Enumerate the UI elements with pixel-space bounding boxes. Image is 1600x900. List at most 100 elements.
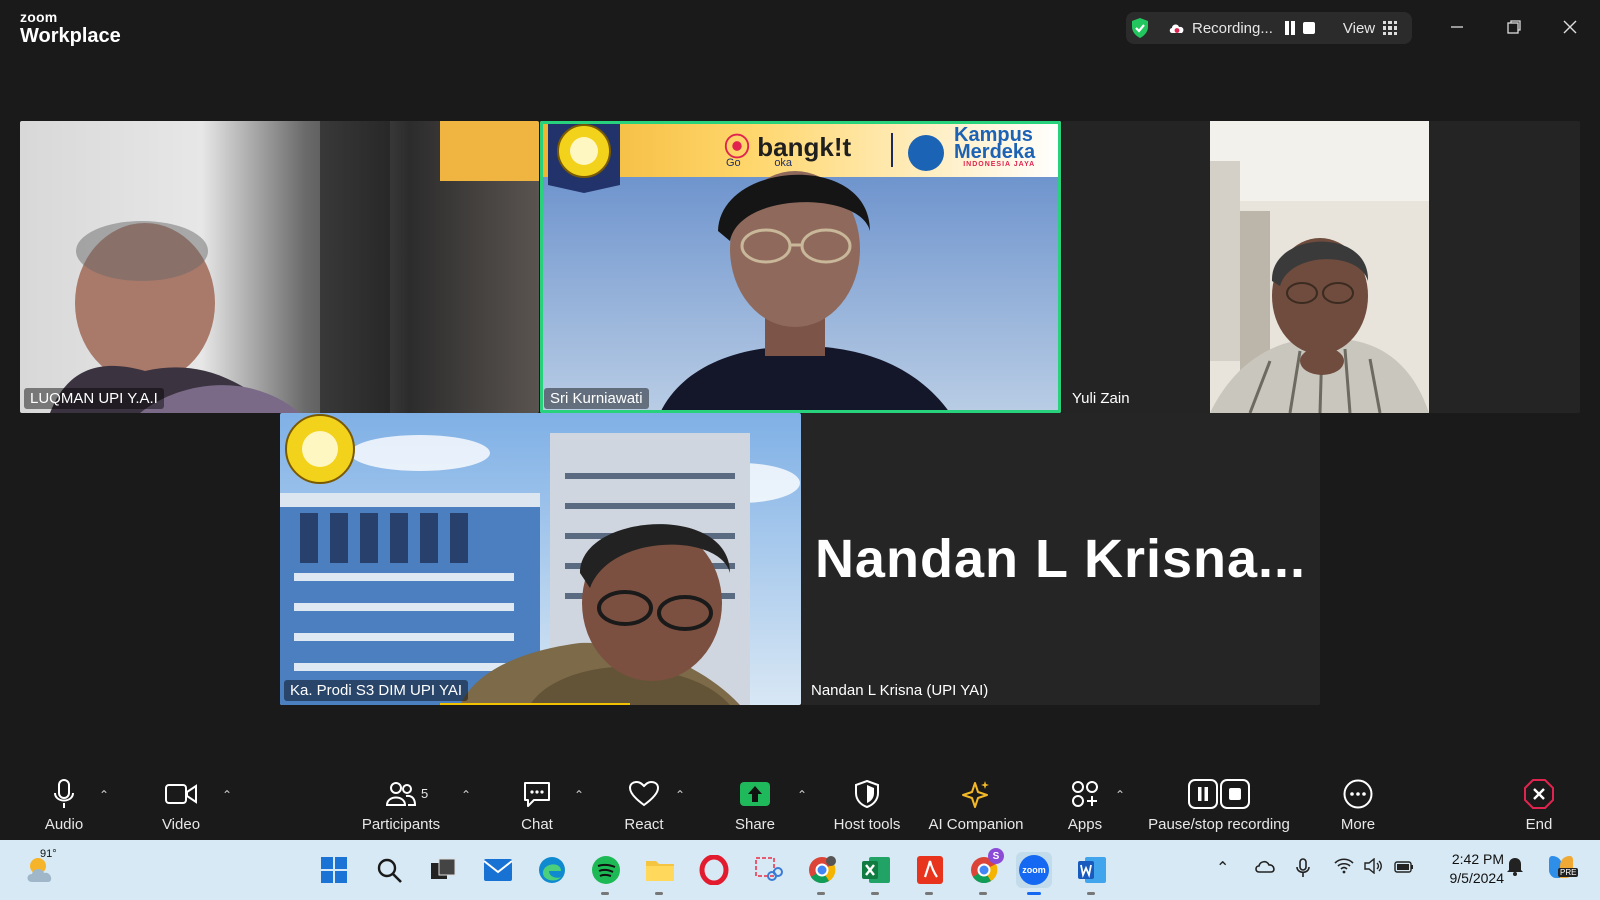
running-indicator [655, 892, 663, 895]
edge-browser-icon[interactable] [536, 854, 568, 886]
video-tile-ka-prodi[interactable]: Ka. Prodi S3 DIM UPI YAI [280, 413, 801, 705]
opera-icon[interactable] [698, 854, 730, 886]
share-label: Share [734, 816, 776, 833]
tray-microphone-icon[interactable] [1296, 858, 1310, 883]
search-icon[interactable] [373, 854, 405, 886]
grid-view-icon [1383, 21, 1398, 35]
copilot-icon[interactable]: PRE [1546, 852, 1579, 887]
app-logo: zoom Workplace [20, 10, 121, 46]
spotify-icon[interactable] [590, 854, 622, 886]
pause-recording-icon[interactable] [1284, 21, 1295, 35]
restore-icon[interactable] [1499, 12, 1529, 42]
windows-taskbar: 91° S zoom ⌃ 2:42 PM 9/5/2024 PRE [0, 840, 1600, 900]
task-view-icon[interactable] [427, 854, 459, 886]
chrome-profile-2-icon[interactable]: S [968, 848, 1004, 886]
host-tools-label: Host tools [833, 816, 901, 833]
apps-button[interactable]: Apps [1025, 778, 1145, 833]
snipping-tool-icon[interactable] [752, 854, 784, 886]
end-label: End [1525, 816, 1553, 833]
active-app-indicator [1027, 892, 1041, 895]
weather-temperature: 91° [40, 848, 57, 860]
share-button[interactable]: Share [695, 778, 815, 833]
apps-icon [1072, 781, 1098, 807]
video-camera-icon [165, 784, 197, 804]
copilot-pre-badge: PRE [1558, 868, 1579, 877]
end-meeting-icon [1524, 779, 1554, 809]
mail-icon[interactable] [482, 854, 514, 886]
ai-companion-button[interactable]: AI Companion [916, 778, 1036, 833]
banner-kampus-merdeka-logo: Kampus Merdeka INDONESIA JAYA [954, 124, 1036, 168]
show-hidden-icons-chevron-icon[interactable]: ⌃ [1216, 858, 1229, 878]
pdf-reader-icon[interactable] [914, 854, 946, 886]
participant-video [20, 121, 539, 413]
apps-options-chevron-icon[interactable]: ⌃ [1115, 788, 1125, 802]
participant-display-name: Nandan L Krisna... [814, 529, 1307, 589]
video-tile-luqman[interactable]: LUQMAN UPI Y.A.I [20, 121, 539, 413]
react-label: React [624, 816, 664, 833]
wifi-icon[interactable] [1334, 858, 1354, 879]
pause-stop-recording-button[interactable]: Pause/stop recording [1139, 778, 1299, 833]
more-button[interactable]: More [1298, 778, 1418, 833]
minimize-icon[interactable] [1442, 12, 1472, 42]
video-tile-nandan-krisna[interactable]: Nandan L Krisna... Nandan L Krisna (UPI … [801, 413, 1320, 705]
participant-video [1210, 121, 1429, 413]
chat-icon [524, 782, 550, 807]
recording-bar: Recording... View [1126, 12, 1412, 44]
participant-video [280, 413, 801, 705]
participants-label: Participants [361, 816, 441, 833]
participants-button[interactable]: Participants [341, 778, 461, 833]
battery-icon[interactable] [1394, 858, 1414, 879]
heart-icon [629, 781, 659, 807]
encryption-shield-icon[interactable] [1130, 17, 1150, 39]
participant-name-label: Nandan L Krisna (UPI YAI) [811, 682, 989, 699]
participant-name-label: LUQMAN UPI Y.A.I [24, 388, 164, 409]
chat-button[interactable]: Chat [477, 778, 597, 833]
host-tools-button[interactable]: Host tools [807, 778, 927, 833]
word-icon[interactable] [1076, 854, 1108, 886]
video-options-chevron-icon[interactable]: ⌃ [222, 788, 232, 802]
recording-status: Recording... [1192, 19, 1273, 37]
react-options-chevron-icon[interactable]: ⌃ [675, 788, 685, 802]
ai-companion-label: AI Companion [928, 816, 1024, 833]
participants-options-chevron-icon[interactable]: ⌃ [461, 788, 471, 802]
react-button[interactable]: React [584, 778, 704, 833]
zoom-app-icon[interactable]: zoom [1016, 852, 1052, 888]
running-indicator [601, 892, 609, 895]
more-icon [1343, 779, 1373, 809]
volume-icon[interactable] [1364, 857, 1384, 879]
participant-name-label: Yuli Zain [1072, 390, 1130, 407]
banner-bangkit-sub: Go oka [726, 157, 793, 169]
clock-date: 9/5/2024 [1449, 870, 1505, 886]
participants-count: 5 [421, 786, 429, 801]
close-icon[interactable] [1555, 12, 1585, 42]
system-clock[interactable]: 2:42 PM 9/5/2024 [1434, 850, 1505, 888]
running-indicator [1087, 892, 1095, 895]
title-bar: zoom Workplace Recording... View [0, 0, 1600, 56]
end-meeting-button[interactable]: End [1479, 778, 1599, 833]
meeting-toolbar: Audio ⌃ Video ⌃ Participants 5 ⌃ Chat ⌃ … [0, 770, 1600, 840]
share-options-chevron-icon[interactable]: ⌃ [797, 788, 807, 802]
view-button[interactable]: View [1343, 20, 1398, 37]
running-indicator [817, 892, 825, 895]
audio-options-chevron-icon[interactable]: ⌃ [99, 788, 109, 802]
participant-name-label: Sri Kurniawati [544, 388, 649, 409]
participant-name-label: Ka. Prodi S3 DIM UPI YAI [284, 680, 469, 701]
onedrive-icon[interactable] [1254, 858, 1276, 879]
file-explorer-icon[interactable] [644, 854, 676, 886]
chrome-profile-1-icon[interactable] [806, 854, 838, 886]
pause-stop-recording-label: Pause/stop recording [1148, 816, 1290, 833]
microphone-icon [54, 779, 74, 808]
video-button[interactable]: Video [121, 778, 241, 833]
video-tile-yuli-zain[interactable]: Yuli Zain [1062, 121, 1580, 413]
participants-icon [386, 782, 416, 806]
chat-options-chevron-icon[interactable]: ⌃ [574, 788, 584, 802]
clock-time: 2:42 PM [1451, 851, 1504, 867]
notification-bell-icon[interactable] [1506, 856, 1524, 881]
audio-button[interactable]: Audio [4, 778, 124, 833]
video-tile-sri-kurniawati[interactable]: ⦿ bangk!t Go oka Kampus Merdeka INDONESI… [540, 121, 1061, 413]
ai-sparkle-icon [962, 781, 989, 808]
brand-large: Workplace [20, 25, 121, 47]
windows-start-icon[interactable] [318, 854, 350, 886]
excel-icon[interactable] [860, 854, 892, 886]
stop-recording-icon[interactable] [1302, 22, 1315, 34]
